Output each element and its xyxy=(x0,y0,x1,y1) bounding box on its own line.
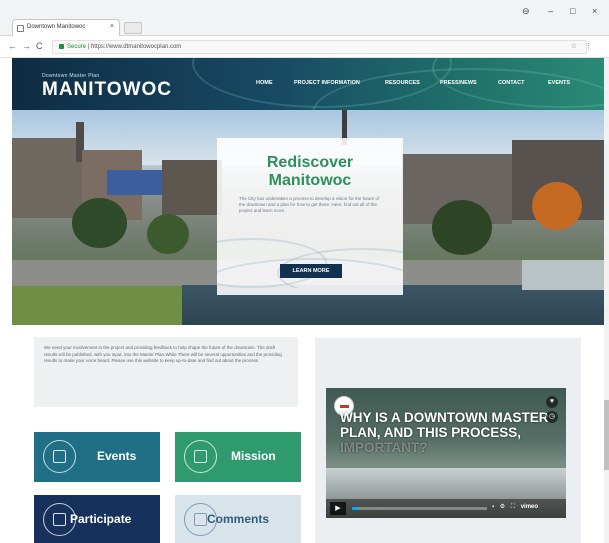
learn-more-button[interactable]: LEARN MORE xyxy=(280,264,342,278)
hero-card: Rediscover Manitowoc The City has undert… xyxy=(217,138,403,295)
clock-icon[interactable]: ◷ xyxy=(546,411,558,423)
browser-toolbar: ← → C Secure | https://www.dtmanitowocpl… xyxy=(0,36,609,58)
events-label: Events xyxy=(97,449,137,463)
minimize-button[interactable]: – xyxy=(548,6,553,16)
secure-label: Secure xyxy=(67,44,87,51)
hero-mural xyxy=(107,170,162,195)
back-arrow-icon[interactable]: ← xyxy=(8,41,17,51)
hero-title: Rediscover Manitowoc xyxy=(217,154,403,190)
events-tile[interactable]: Events xyxy=(34,432,160,482)
hero-description: The City has undertaken a process to dev… xyxy=(239,196,380,213)
hero-autumn-tree xyxy=(532,182,582,230)
site-header: Downtown Master Plan MANITOWOC HOME PROJ… xyxy=(12,58,604,110)
participate-label: Participate xyxy=(70,512,132,526)
browser-tab-strip: Downtown Manitowoc × ⊖ – □ × xyxy=(0,0,609,36)
scrollbar-thumb[interactable] xyxy=(604,400,609,470)
new-tab-button[interactable] xyxy=(124,22,142,34)
website: Downtown Master Plan MANITOWOC HOME PROJ… xyxy=(12,58,604,543)
nav-resources[interactable]: RESOURCES xyxy=(385,80,420,86)
tab-title: Downtown Manitowoc xyxy=(27,24,86,30)
logo-title: MANITOWOC xyxy=(42,79,173,100)
play-button[interactable]: ▶ xyxy=(330,502,346,515)
hero-tree xyxy=(432,200,492,255)
page-favicon-icon xyxy=(17,25,24,32)
nav-home[interactable]: HOME xyxy=(256,80,273,86)
reload-icon[interactable]: C xyxy=(36,41,43,51)
participate-tile[interactable]: Participate xyxy=(34,495,160,543)
video-title: WHY IS A DOWNTOWN MASTER PLAN, AND THIS … xyxy=(340,410,549,455)
lock-icon xyxy=(59,44,64,49)
hero-card-wave-decoration xyxy=(217,228,403,288)
forward-arrow-icon[interactable]: → xyxy=(22,41,31,51)
hero-seawall xyxy=(522,260,604,290)
nav-events[interactable]: EVENTS xyxy=(548,80,570,86)
close-window-button[interactable]: × xyxy=(592,6,597,16)
address-bar[interactable]: Secure | https://www.dtmanitowocplan.com xyxy=(52,40,587,54)
page-scrollbar[interactable] xyxy=(604,58,609,543)
video-panel: WHY IS A DOWNTOWN MASTER PLAN, AND THIS … xyxy=(315,338,581,543)
video-progress-bar[interactable] xyxy=(352,507,487,510)
document-pen-icon xyxy=(184,440,217,473)
hero-title-line1: Rediscover xyxy=(266,154,354,171)
mission-tile[interactable]: Mission xyxy=(175,432,301,482)
hero-title-line2: Manitowoc xyxy=(268,172,352,189)
video-player[interactable]: WHY IS A DOWNTOWN MASTER PLAN, AND THIS … xyxy=(326,388,566,518)
nav-contact[interactable]: CONTACT xyxy=(498,80,524,86)
nav-project-information[interactable]: PROJECT INFORMATION xyxy=(294,80,360,86)
hero-building xyxy=(162,160,222,215)
comments-tile[interactable]: Comments xyxy=(175,495,301,543)
mission-label: Mission xyxy=(231,449,276,463)
intro-text: We need your involvement in the project … xyxy=(44,345,282,363)
hero-banner: Rediscover Manitowoc The City has undert… xyxy=(12,110,604,325)
browser-tab[interactable]: Downtown Manitowoc × xyxy=(12,19,120,36)
comments-label: Comments xyxy=(207,512,270,526)
video-side-icons: ♥ ◷ xyxy=(546,396,558,426)
hero-tree xyxy=(147,214,189,254)
tab-close-icon[interactable]: × xyxy=(110,23,114,30)
nav-press-news[interactable]: PRESS/NEWS xyxy=(440,80,477,86)
hero-building xyxy=(12,138,82,218)
video-controls[interactable]: ▪ ⚙ ⛶ vimeo xyxy=(492,503,538,511)
restore-button[interactable]: □ xyxy=(570,6,575,16)
vimeo-logo: vimeo xyxy=(520,504,539,510)
left-column: We need your involvement in the project … xyxy=(12,325,312,543)
hero-tree xyxy=(72,198,127,248)
intro-box: We need your involvement in the project … xyxy=(34,337,298,407)
heart-icon[interactable]: ♥ xyxy=(546,396,558,408)
profile-icon[interactable]: ⊖ xyxy=(522,6,530,17)
url-text: https://www.dtmanitowocplan.com xyxy=(90,44,182,51)
calendar-icon xyxy=(43,440,76,473)
video-control-bar: ▶ ▪ ⚙ ⛶ vimeo xyxy=(326,499,566,518)
bookmark-menu-icons[interactable]: ☆ ⋮ xyxy=(571,42,595,50)
